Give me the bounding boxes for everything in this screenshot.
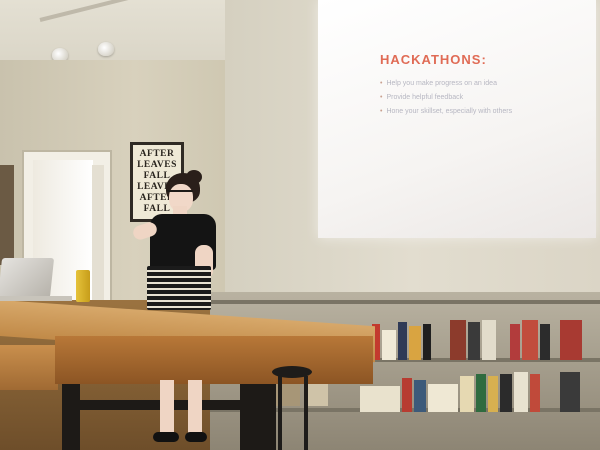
book: [460, 376, 474, 412]
presenter-shoe: [153, 432, 179, 442]
book: [514, 372, 528, 412]
laptop: [0, 258, 55, 298]
book: [450, 320, 466, 360]
yellow-cup: [76, 270, 90, 302]
book: [482, 320, 496, 360]
laptop-base: [0, 296, 72, 301]
presenter-leg: [160, 380, 174, 436]
book: [530, 374, 540, 412]
door-panel: [92, 165, 104, 300]
book-row: [360, 320, 600, 360]
book-row: [360, 372, 600, 412]
presenter-shoe: [185, 432, 207, 442]
slide-bullet: Help you make progress on an idea: [380, 77, 512, 91]
stool-leg: [304, 376, 308, 450]
book: [540, 324, 550, 360]
slide-title: HACKATHONS:: [380, 52, 487, 67]
projected-slide: HACKATHONS: Help you make progress on an…: [318, 0, 596, 238]
poster-line: AFTER: [139, 149, 175, 159]
book: [423, 324, 431, 360]
table-edge: [0, 345, 58, 390]
shelf-rail: [210, 300, 600, 304]
track-light: [98, 42, 114, 56]
presenter-leg: [188, 380, 202, 436]
book: [402, 378, 412, 412]
book: [409, 326, 421, 360]
book: [560, 320, 582, 360]
slide-bullet-list: Help you make progress on an idea Provid…: [380, 77, 512, 119]
stool-leg: [278, 376, 282, 450]
table-leg: [62, 384, 80, 450]
book: [476, 374, 486, 412]
poster-line: LEAVES: [137, 160, 177, 170]
table-edge: [55, 336, 373, 384]
presenter-striped-skirt: [147, 266, 211, 310]
table-leg: [240, 384, 276, 450]
book: [382, 330, 396, 360]
book: [398, 322, 407, 360]
book: [510, 324, 520, 360]
book: [428, 384, 458, 412]
glasses: [167, 190, 193, 198]
book: [360, 386, 400, 412]
slide-bullet: Provide helpful feedback: [380, 91, 512, 105]
book: [500, 374, 512, 412]
book: [468, 322, 480, 360]
wall-shelf: [0, 165, 14, 265]
book: [522, 320, 538, 360]
book: [488, 376, 498, 412]
slide-bullet: Hone your skillset, especially with othe…: [380, 105, 512, 119]
book: [560, 372, 580, 412]
room-scene: AFTER LEAVES FALL LEAVES AFTER FALL HACK…: [0, 0, 600, 450]
book: [414, 380, 426, 412]
